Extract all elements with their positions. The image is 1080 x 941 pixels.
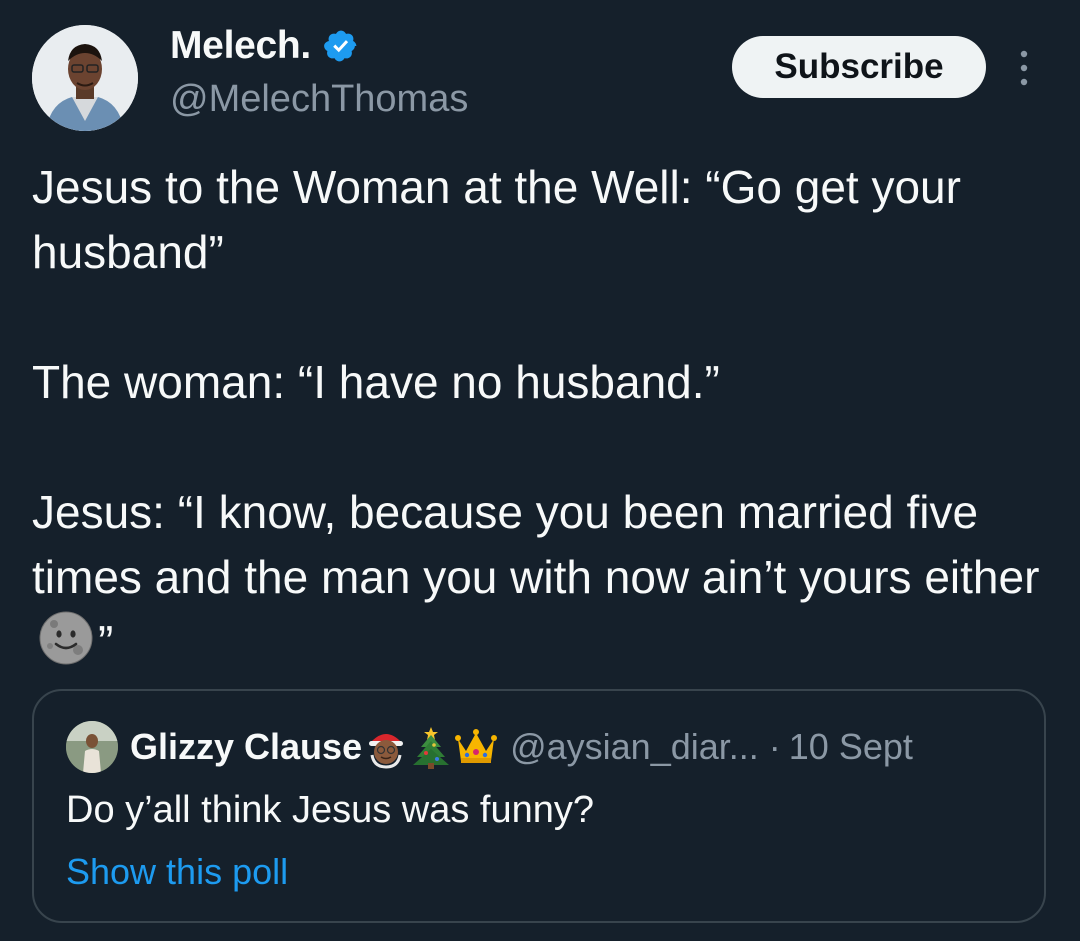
avatar-image [32,25,138,131]
tweet-text-paragraph-3-closing-quote: ” [98,616,114,668]
author-display-name[interactable]: Melech. [170,24,311,68]
quoted-name-emojis [364,725,500,769]
christmas-tree-emoji-icon [413,727,450,769]
show-poll-link[interactable]: Show this poll [66,851,288,893]
more-vertical-icon[interactable] [1014,48,1034,88]
author-handle[interactable]: @MelechThomas [170,78,468,121]
crown-emoji-icon [455,729,498,763]
quoted-tweet-card[interactable]: Glizzy Clause @aysian_diar... · 10 Sept … [32,689,1046,923]
quoted-avatar-image [66,721,118,773]
mrs-claus-emoji-icon [369,734,404,769]
quoted-display-name[interactable]: Glizzy Clause [130,726,362,768]
author-name-row: Melech. [170,24,359,68]
quoted-tweet-text: Do y’all think Jesus was funny? [66,789,595,831]
quoted-tweet-header: Glizzy Clause @aysian_diar... · 10 Sept [66,721,913,773]
author-avatar[interactable] [32,25,138,131]
quoted-timestamp[interactable]: 10 Sept [789,726,913,768]
tweet-text: Jesus to the Woman at the Well: “Go get … [32,155,1052,675]
tweet-text-paragraph-3-main: Jesus: “I know, because you been married… [32,486,1040,603]
subscribe-button[interactable]: Subscribe [732,36,986,98]
quoted-handle[interactable]: @aysian_diar... [510,726,759,768]
quoted-author-avatar[interactable] [66,721,118,773]
tweet-text-paragraph-2: The woman: “I have no husband.” [32,356,720,408]
verified-badge-icon[interactable] [323,28,359,64]
tweet-text-paragraph-3: Jesus: “I know, because you been married… [32,480,1052,675]
tweet-text-paragraph-1: Jesus to the Woman at the Well: “Go get … [32,161,961,278]
quoted-separator: · [768,726,781,767]
new-moon-face-emoji-icon [39,611,93,665]
